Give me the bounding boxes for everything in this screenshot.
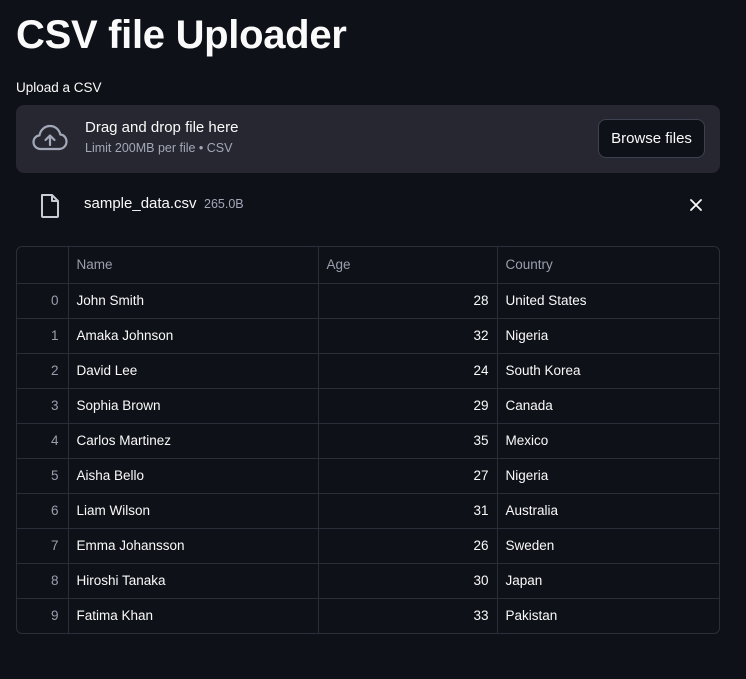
dropzone-limit: Limit 200MB per file • CSV (85, 141, 233, 155)
row-index: 4 (17, 423, 69, 459)
table-row: 9 Fatima Khan 33 Pakistan (17, 598, 719, 633)
column-header-age[interactable]: Age (318, 247, 498, 284)
file-size: 265.0B (204, 197, 244, 211)
dropzone-title: Drag and drop file here (85, 119, 239, 136)
file-icon (39, 193, 61, 219)
file-dropzone[interactable]: Drag and drop file here Limit 200MB per … (16, 105, 720, 173)
dropzone-instructions: Drag and drop file here Limit 200MB per … (85, 119, 238, 155)
row-index: 3 (17, 388, 69, 424)
cell-name[interactable]: Fatima Khan (68, 598, 319, 633)
cell-age[interactable]: 29 (318, 388, 498, 424)
dataframe-table[interactable]: Name Age Country 0 John Smith 28 United … (16, 246, 720, 634)
cell-age[interactable]: 30 (318, 563, 498, 599)
cell-country[interactable]: Nigeria (497, 458, 719, 494)
table-row: 5 Aisha Bello 27 Nigeria (17, 458, 719, 494)
cell-name[interactable]: Liam Wilson (68, 493, 319, 529)
cell-country[interactable]: Australia (497, 493, 719, 529)
cloud-upload-icon (32, 124, 68, 152)
remove-file-button[interactable] (686, 195, 706, 215)
row-index: 2 (17, 353, 69, 389)
cell-name[interactable]: Amaka Johnson (68, 318, 319, 354)
cell-country[interactable]: Japan (497, 563, 719, 599)
cell-name[interactable]: Carlos Martinez (68, 423, 319, 459)
cell-age[interactable]: 27 (318, 458, 498, 494)
row-index: 5 (17, 458, 69, 494)
app-page: CSV file Uploader Upload a CSV Drag and … (0, 0, 746, 679)
table-header-row: Name Age Country (17, 247, 719, 284)
row-index: 9 (17, 598, 69, 633)
table-row: 7 Emma Johansson 26 Sweden (17, 528, 719, 564)
cell-country[interactable]: South Korea (497, 353, 719, 389)
column-header-country[interactable]: Country (497, 247, 719, 284)
cell-name[interactable]: Aisha Bello (68, 458, 319, 494)
cell-age[interactable]: 32 (318, 318, 498, 354)
row-index: 8 (17, 563, 69, 599)
cell-age[interactable]: 33 (318, 598, 498, 633)
table-row: 4 Carlos Martinez 35 Mexico (17, 423, 719, 459)
page-title: CSV file Uploader (16, 13, 347, 57)
cell-age[interactable]: 24 (318, 353, 498, 389)
column-header-index[interactable] (17, 247, 69, 284)
cell-country[interactable]: Mexico (497, 423, 719, 459)
table-row: 0 John Smith 28 United States (17, 283, 719, 319)
cell-country[interactable]: Pakistan (497, 598, 719, 633)
table-row: 6 Liam Wilson 31 Australia (17, 493, 719, 529)
browse-files-button[interactable]: Browse files (598, 119, 705, 158)
file-name: sample_data.csv (84, 195, 197, 212)
cell-country[interactable]: United States (497, 283, 719, 319)
column-header-name[interactable]: Name (68, 247, 319, 284)
cell-country[interactable]: Nigeria (497, 318, 719, 354)
table-row: 3 Sophia Brown 29 Canada (17, 388, 719, 424)
table-row: 8 Hiroshi Tanaka 30 Japan (17, 563, 719, 599)
table-row: 2 David Lee 24 South Korea (17, 353, 719, 389)
cell-name[interactable]: David Lee (68, 353, 319, 389)
row-index: 0 (17, 283, 69, 319)
uploaded-file-row: sample_data.csv 265.0B (16, 173, 720, 235)
cell-age[interactable]: 28 (318, 283, 498, 319)
cell-name[interactable]: Sophia Brown (68, 388, 319, 424)
cell-name[interactable]: Hiroshi Tanaka (68, 563, 319, 599)
cell-name[interactable]: Emma Johansson (68, 528, 319, 564)
cell-country[interactable]: Sweden (497, 528, 719, 564)
row-index: 1 (17, 318, 69, 354)
cell-age[interactable]: 26 (318, 528, 498, 564)
cell-name[interactable]: John Smith (68, 283, 319, 319)
close-icon (686, 199, 706, 218)
cell-age[interactable]: 35 (318, 423, 498, 459)
cell-age[interactable]: 31 (318, 493, 498, 529)
row-index: 6 (17, 493, 69, 529)
cell-country[interactable]: Canada (497, 388, 719, 424)
upload-label: Upload a CSV (16, 80, 102, 95)
table-row: 1 Amaka Johnson 32 Nigeria (17, 318, 719, 354)
row-index: 7 (17, 528, 69, 564)
